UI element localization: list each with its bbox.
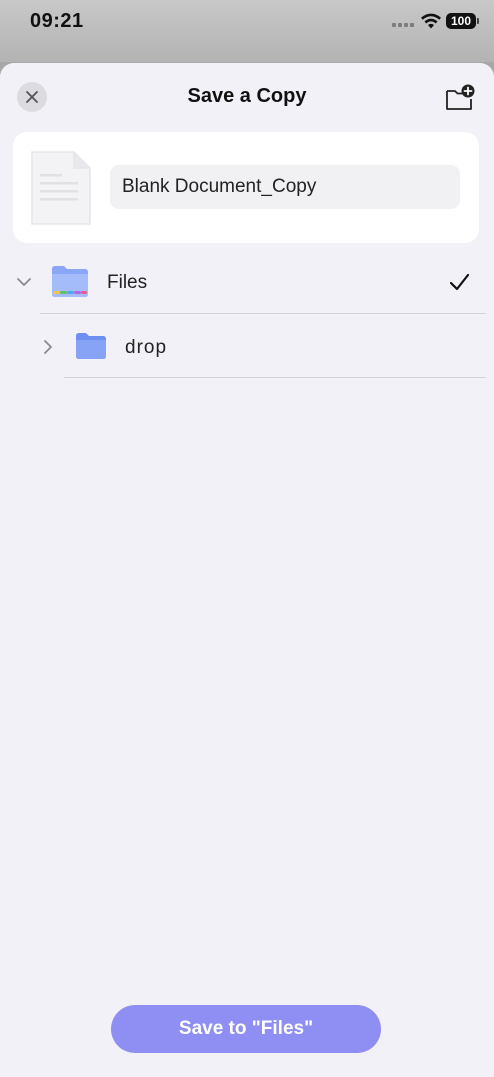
file-name-card bbox=[13, 132, 479, 243]
status-time: 09:21 bbox=[30, 10, 84, 32]
tree-item-drop[interactable]: drop bbox=[0, 315, 494, 379]
chevron-down-icon[interactable] bbox=[16, 274, 32, 290]
cellular-signal-icon bbox=[392, 23, 414, 27]
folder-add-icon[interactable] bbox=[444, 83, 476, 113]
files-app-folder-icon bbox=[52, 266, 88, 297]
folder-icon bbox=[76, 333, 106, 359]
page-title: Save a Copy bbox=[187, 85, 307, 107]
save-button[interactable]: Save to "Files" bbox=[111, 1005, 381, 1053]
tree-item-label: Files bbox=[107, 272, 148, 293]
status-bar: 09:21 100 bbox=[0, 0, 494, 62]
battery-tip bbox=[477, 18, 479, 24]
save-copy-sheet: Save a Copy Files bbox=[0, 63, 494, 1077]
battery-icon: 100 bbox=[446, 13, 476, 29]
tree-item-files[interactable]: Files bbox=[0, 251, 494, 315]
divider bbox=[64, 377, 486, 378]
checkmark-icon bbox=[449, 273, 470, 291]
divider bbox=[40, 313, 486, 314]
wifi-icon bbox=[421, 13, 441, 29]
document-icon bbox=[31, 151, 91, 225]
chevron-right-icon[interactable] bbox=[40, 339, 56, 355]
file-name-input[interactable] bbox=[110, 165, 460, 209]
tree-item-label: drop bbox=[125, 337, 168, 358]
